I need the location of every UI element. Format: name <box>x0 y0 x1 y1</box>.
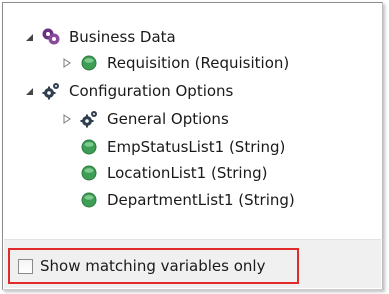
tree-node-business-data[interactable]: Business Data <box>22 25 176 49</box>
collapsed-triangle-icon[interactable] <box>60 56 74 70</box>
green-variable-icon <box>79 190 99 210</box>
tree-node-label: Requisition (Requisition) <box>107 54 290 72</box>
tree-node-configuration-options[interactable]: Configuration Options <box>22 79 233 103</box>
tree-node-general-options[interactable]: General Options <box>60 107 229 131</box>
tree-node-label: Configuration Options <box>69 82 234 100</box>
tree-node-requisition[interactable]: Requisition (Requisition) <box>60 51 289 75</box>
show-matching-variables-checkbox-row[interactable]: Show matching variables only <box>18 255 265 277</box>
variables-panel: Business Data Requisition (Requisition) <box>2 2 383 290</box>
tree-node-locationlist1[interactable]: LocationList1 (String) <box>79 161 267 185</box>
tree-node-departmentlist1[interactable]: DepartmentList1 (String) <box>79 188 295 212</box>
expanded-triangle-icon[interactable] <box>22 84 36 98</box>
tree-node-label: General Options <box>107 110 229 128</box>
tree-node-label: Business Data <box>69 28 176 46</box>
green-variable-icon <box>79 137 99 157</box>
business-data-icon <box>41 27 61 47</box>
gears-icon <box>41 81 61 101</box>
tree-node-label: DepartmentList1 (String) <box>107 191 295 209</box>
green-variable-icon <box>79 53 99 73</box>
tree-node-label: LocationList1 (String) <box>107 164 268 182</box>
tree-node-label: EmpStatusList1 (String) <box>107 138 286 156</box>
checkbox-label: Show matching variables only <box>40 257 266 275</box>
expanded-triangle-icon[interactable] <box>22 30 36 44</box>
collapsed-triangle-icon[interactable] <box>60 112 74 126</box>
green-variable-icon <box>79 163 99 183</box>
tree-node-empstatuslist1[interactable]: EmpStatusList1 (String) <box>79 135 285 159</box>
variable-tree: Business Data Requisition (Requisition) <box>4 4 381 243</box>
gears-icon <box>79 109 99 129</box>
show-matching-variables-checkbox[interactable] <box>18 258 33 274</box>
